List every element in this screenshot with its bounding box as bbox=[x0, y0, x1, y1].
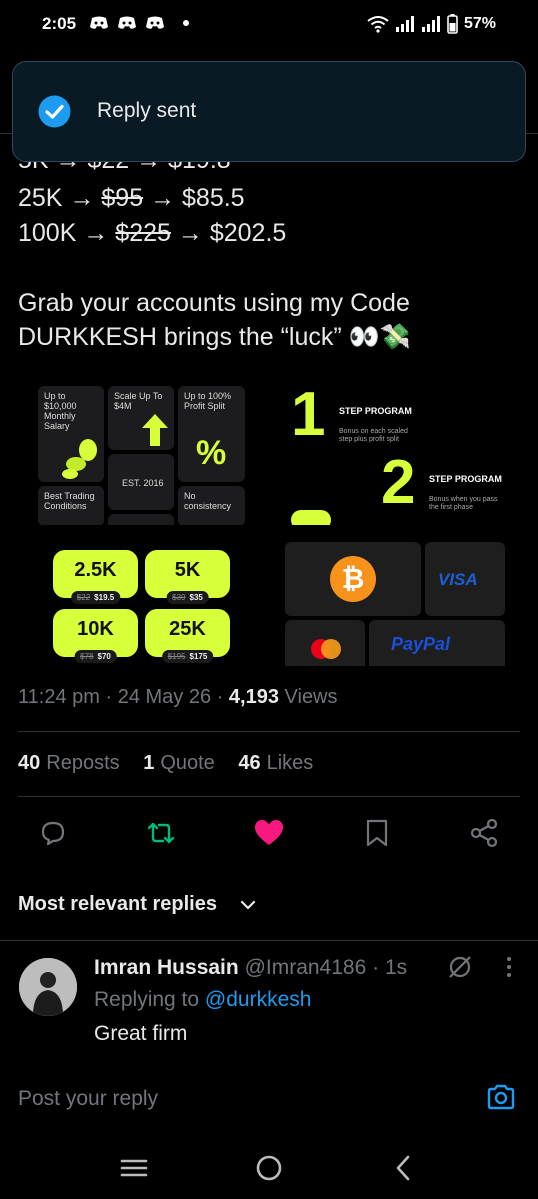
reply-icon[interactable] bbox=[37, 817, 69, 849]
reply-sent-toast[interactable]: Reply sent bbox=[12, 61, 526, 162]
grok-icon[interactable] bbox=[447, 954, 473, 980]
bookmark-icon[interactable] bbox=[361, 817, 393, 849]
media-image-features[interactable]: Up to $10,000 Monthly Salary Scale Up To… bbox=[18, 370, 267, 534]
step-two-desc: Bonus when you pass the first phase bbox=[429, 496, 498, 511]
visa-logo: VISA bbox=[438, 570, 478, 589]
replies-sort-label[interactable]: Most relevant replies bbox=[18, 893, 217, 916]
avatar-photo bbox=[19, 958, 77, 1016]
step-one-title: STEP PROGRAM bbox=[339, 406, 412, 416]
reposts-stat[interactable]: 40 Reposts bbox=[18, 752, 120, 774]
replying-to-handle[interactable]: @durkkesh bbox=[205, 988, 312, 1011]
back-icon[interactable] bbox=[389, 1153, 419, 1183]
price-pill: 25K $195 $175 bbox=[145, 609, 230, 663]
step-two-glyph: 2 bbox=[381, 448, 416, 517]
mastercard-card bbox=[285, 620, 365, 666]
reply-header: Imran Hussain @Imran4186 · 1s bbox=[94, 956, 408, 979]
tweet-text-line: Grab your accounts using my Code bbox=[18, 289, 410, 317]
feature-card: Best Trading Conditions bbox=[38, 486, 104, 526]
discord-icon bbox=[118, 16, 136, 29]
tweet-media-grid: Up to $10,000 Monthly Salary Scale Up To… bbox=[18, 370, 520, 666]
price-line: 25K → $95 → $85.5 bbox=[18, 184, 245, 212]
step-two-title: STEP PROGRAM bbox=[429, 474, 502, 484]
feature-card: Up to $10,000 Monthly Salary bbox=[38, 386, 104, 482]
media-image-payments[interactable]: ₿ VISA PayPal bbox=[271, 525, 520, 666]
system-navigation-bar bbox=[0, 1131, 538, 1199]
status-time: 2:05 bbox=[42, 14, 77, 33]
tweet-date: 24 May 26 bbox=[117, 686, 212, 708]
wifi-icon bbox=[367, 16, 389, 33]
reply-text: Great firm bbox=[94, 1022, 188, 1045]
paypal-logo: PayPal bbox=[391, 634, 451, 654]
arrow-up-illustration bbox=[142, 414, 168, 446]
bitcoin-icon: ₿ bbox=[330, 556, 376, 602]
percent-glyph: % bbox=[196, 434, 227, 472]
chevron-down-icon[interactable] bbox=[239, 896, 257, 914]
notification-dot bbox=[183, 20, 189, 26]
bitcoin-card: ₿ bbox=[285, 542, 421, 616]
media-image-prices[interactable]: 2.5K $22 $19.5 5K $39 $35 10K $78 $70 25K $195 $… bbox=[18, 525, 267, 666]
reply-input[interactable]: Post your reply bbox=[18, 1087, 158, 1111]
price-pill: 2.5K $22 $19.5 bbox=[53, 550, 138, 604]
paypal-card: PayPal bbox=[369, 620, 505, 666]
tweet-time: 11:24 pm bbox=[18, 686, 100, 708]
toast-text: Reply sent bbox=[97, 99, 197, 122]
view-count: 4,193 bbox=[228, 686, 279, 708]
reply-author-handle[interactable]: @Imran4186 bbox=[245, 956, 367, 979]
divider bbox=[18, 731, 520, 732]
recent-apps-icon[interactable] bbox=[119, 1153, 149, 1183]
tweet-text-line: DURKKESH brings the “luck” 👀💸 bbox=[18, 323, 411, 351]
retweet-icon[interactable] bbox=[145, 817, 177, 849]
camera-icon[interactable] bbox=[486, 1082, 516, 1112]
signal-icon bbox=[395, 16, 414, 32]
battery-icon bbox=[447, 14, 458, 34]
step-one-desc: Bonus on each scaled step plus profit sp… bbox=[339, 428, 408, 443]
price-pill: 5K $39 $35 bbox=[145, 550, 230, 604]
divider bbox=[18, 796, 520, 797]
like-icon[interactable] bbox=[253, 817, 285, 849]
visa-card: VISA bbox=[425, 542, 505, 616]
tweet-meta: 11:24 pm · 24 May 26 · 4,193 Views bbox=[18, 686, 338, 708]
reply-time: 1s bbox=[384, 956, 408, 979]
discord-icon bbox=[146, 16, 164, 29]
coins-illustration bbox=[62, 439, 97, 479]
divider bbox=[0, 940, 538, 941]
battery-percent: 57% bbox=[463, 15, 496, 32]
feature-card: EST. 2016 bbox=[108, 454, 174, 510]
avatar[interactable] bbox=[19, 958, 77, 1016]
step-one-glyph: 1 bbox=[291, 380, 326, 449]
tweet-text: Grab your accounts using my Code DURKKES… bbox=[18, 286, 518, 354]
replying-to: Replying to @durkkesh bbox=[94, 988, 312, 1011]
reply-author-name[interactable]: Imran Hussain bbox=[94, 956, 239, 979]
likes-stat[interactable]: 46 Likes bbox=[238, 752, 313, 774]
discord-icon bbox=[90, 16, 108, 29]
share-icon[interactable] bbox=[468, 817, 500, 849]
feature-card: Up to 100% Profit Split % bbox=[178, 386, 245, 482]
media-image-programs[interactable]: 1 STEP PROGRAM Bonus on each scaled step… bbox=[271, 370, 520, 530]
feature-card: Scale Up To $4M bbox=[108, 386, 174, 450]
tweet-stats: 40 Reposts 1 Quote 46 Likes bbox=[18, 752, 331, 775]
more-options-icon[interactable] bbox=[496, 954, 522, 980]
feature-card: No consistency bbox=[178, 486, 245, 526]
signal-icon bbox=[421, 16, 440, 32]
price-pill: 10K $78 $70 bbox=[53, 609, 138, 663]
status-bar: 2:05 57% bbox=[0, 0, 538, 50]
mastercard-icon bbox=[311, 639, 341, 659]
check-circle-icon bbox=[38, 95, 71, 128]
quotes-stat[interactable]: 1 Quote bbox=[143, 752, 215, 774]
home-icon[interactable] bbox=[254, 1153, 284, 1183]
price-line: 100K → $225 → $202.5 bbox=[18, 219, 287, 247]
